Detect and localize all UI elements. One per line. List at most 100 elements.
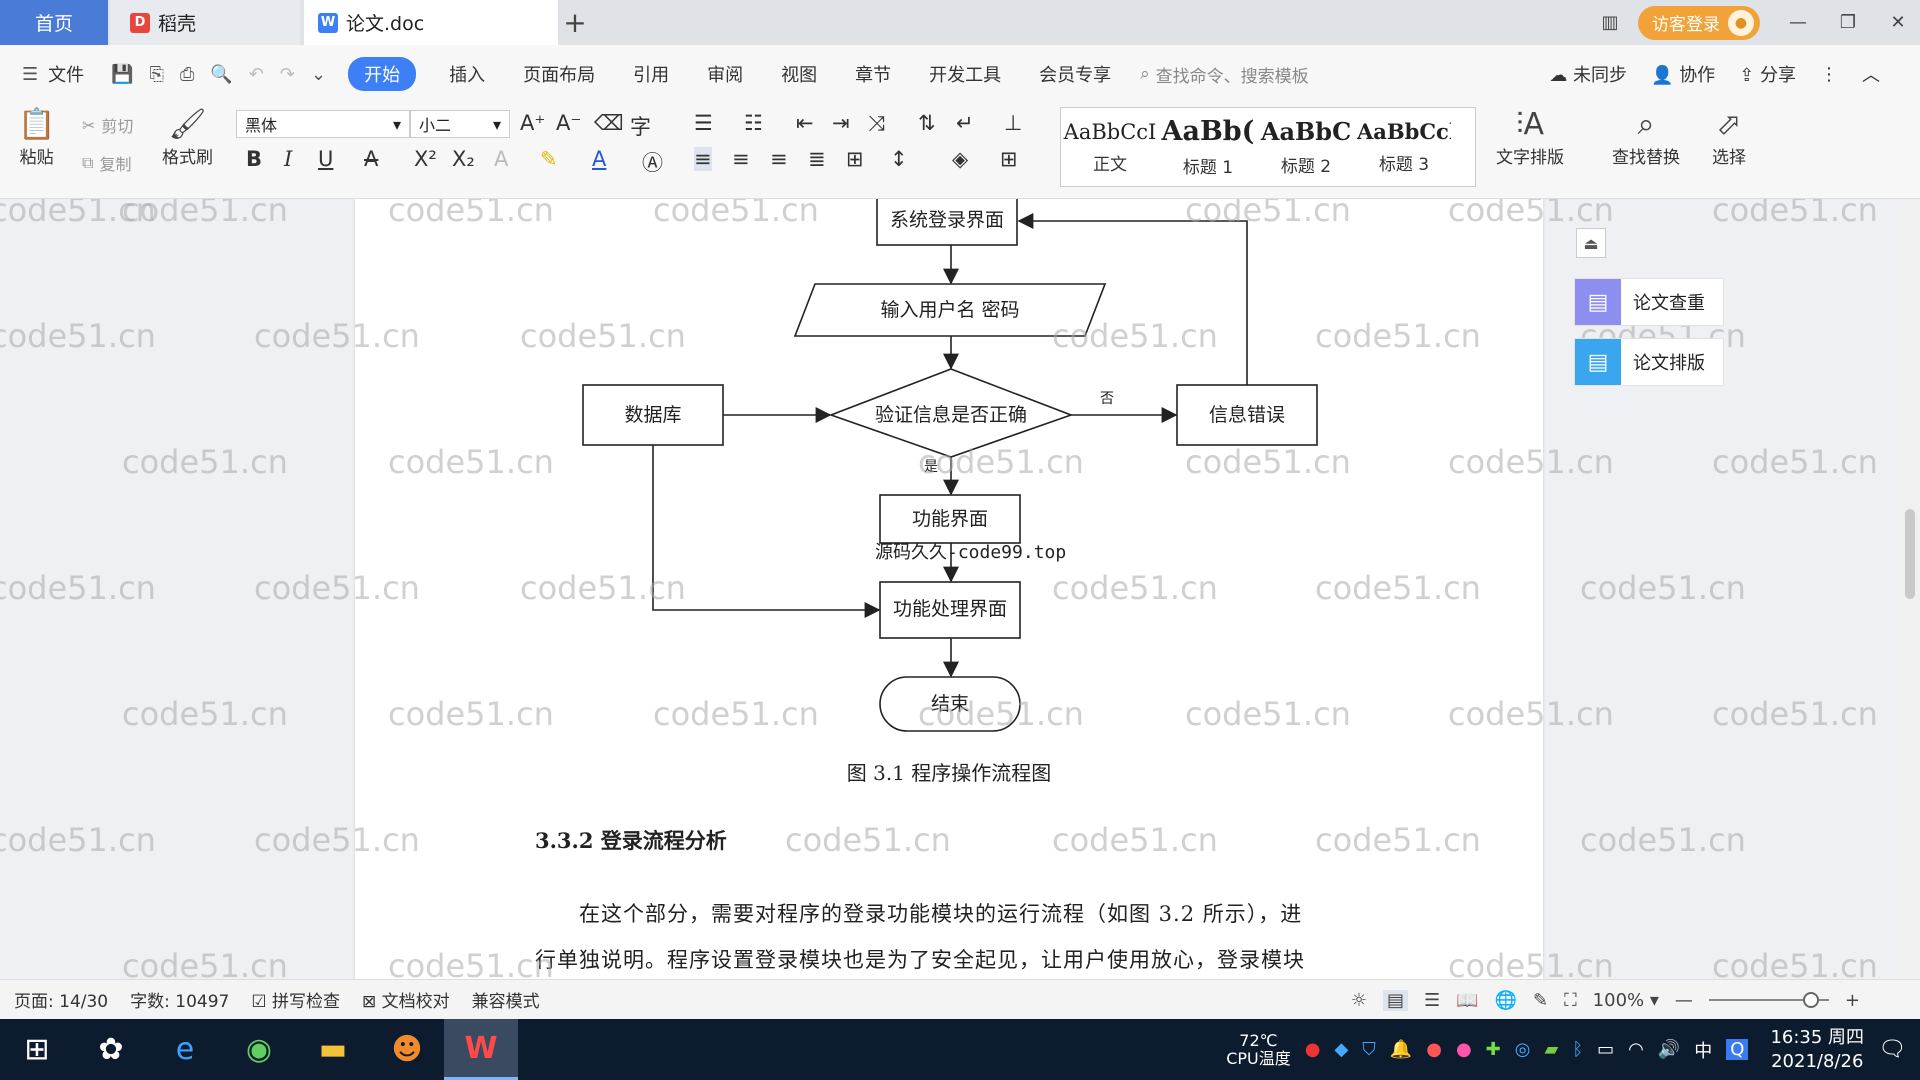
menu-review[interactable]: 审阅 bbox=[688, 61, 762, 87]
close-button[interactable]: ✕ bbox=[1876, 0, 1920, 45]
style-normal[interactable]: AaBbCcI 正文 bbox=[1061, 108, 1159, 186]
tray-app-icon[interactable]: ● bbox=[1456, 1039, 1472, 1060]
zoom-out-icon[interactable]: — bbox=[1675, 990, 1693, 1011]
sort-icon[interactable]: ⇅ bbox=[918, 111, 936, 135]
shading-icon[interactable]: ◈ bbox=[952, 147, 968, 171]
style-heading-3[interactable]: AaBbCcl 标题 3 bbox=[1355, 108, 1453, 186]
collab-button[interactable]: 👤 协作 bbox=[1651, 61, 1715, 87]
undo-icon[interactable]: ↶ bbox=[249, 64, 264, 85]
superscript-icon[interactable]: X² bbox=[414, 147, 437, 171]
borders-icon[interactable]: ⊞ bbox=[1000, 147, 1018, 171]
paper-check-button[interactable]: ▤ 论文查重 bbox=[1574, 278, 1724, 326]
cpu-temp-widget[interactable]: 72℃ CPU温度 bbox=[1226, 1031, 1291, 1068]
phonetic-icon[interactable]: 字 bbox=[630, 111, 651, 141]
font-family-select[interactable]: 黑体 ▾ bbox=[236, 110, 410, 138]
outdent-icon[interactable]: ⇤ bbox=[796, 111, 814, 135]
volume-icon[interactable]: 🔊 bbox=[1658, 1039, 1680, 1060]
highlight-icon[interactable]: ✎ bbox=[540, 147, 558, 171]
subscript-icon[interactable]: X₂ bbox=[452, 147, 475, 171]
paper-layout-button[interactable]: ▤ 论文排版 bbox=[1574, 338, 1724, 386]
tab-home[interactable]: 首页 bbox=[0, 0, 108, 45]
proofread-button[interactable]: ⊠ 文档校对 bbox=[362, 987, 450, 1012]
export-icon[interactable]: ⎘ bbox=[150, 64, 164, 85]
text-effect-icon[interactable]: A bbox=[494, 147, 508, 171]
word-count[interactable]: 字数: 10497 bbox=[130, 987, 229, 1012]
numbered-list-icon[interactable]: ☷ bbox=[744, 111, 763, 135]
input-method-indicator[interactable]: 中 bbox=[1694, 1037, 1712, 1063]
redo-icon[interactable]: ↷ bbox=[280, 64, 295, 85]
guest-login-button[interactable]: 访客登录 ● bbox=[1638, 5, 1760, 40]
tray-app-icon[interactable]: ● bbox=[1305, 1039, 1321, 1060]
cut-button[interactable]: ✂ 剪切 bbox=[82, 113, 133, 137]
print-icon[interactable]: ⎙ bbox=[180, 64, 194, 85]
align-left-icon[interactable]: ≡ bbox=[694, 147, 712, 171]
line-break-icon[interactable]: ↵ bbox=[956, 111, 974, 135]
text-direction-icon[interactable]: ⤨ bbox=[868, 111, 885, 136]
outline-view-icon[interactable]: ☰ bbox=[1424, 990, 1440, 1011]
tab-ruler-icon[interactable]: ⊥ bbox=[1004, 111, 1022, 135]
copy-button[interactable]: ⧉ 复制 bbox=[82, 151, 131, 175]
chevron-down-icon[interactable]: ⌄ bbox=[311, 64, 326, 85]
underline-icon[interactable]: U bbox=[318, 147, 333, 171]
tray-app-icon[interactable]: ◎ bbox=[1515, 1039, 1531, 1060]
battery-icon[interactable]: ▭ bbox=[1597, 1039, 1614, 1060]
pinwheel-app-icon[interactable]: ✿ bbox=[74, 1019, 148, 1080]
menu-references[interactable]: 引用 bbox=[614, 61, 688, 87]
menu-view[interactable]: 视图 bbox=[762, 61, 836, 87]
zoom-in-icon[interactable]: + bbox=[1845, 990, 1860, 1011]
layout-toggle-icon[interactable]: ▥ bbox=[1588, 0, 1632, 45]
side-panel-collapse-button[interactable]: ⏏ bbox=[1576, 228, 1606, 258]
hamburger-icon[interactable]: ☰ bbox=[22, 64, 38, 85]
clear-format-icon[interactable]: ⌫ bbox=[594, 111, 624, 135]
bullet-list-icon[interactable]: ☰ bbox=[694, 111, 713, 135]
bold-icon[interactable]: B bbox=[246, 147, 262, 171]
notification-icon[interactable]: 🗨 bbox=[1878, 1037, 1906, 1062]
style-heading-1[interactable]: AaBb(标题 1 bbox=[1159, 108, 1257, 186]
minimize-button[interactable]: — bbox=[1776, 0, 1820, 45]
bluetooth-icon[interactable]: ᛒ bbox=[1572, 1039, 1583, 1060]
ie-browser-icon[interactable]: e bbox=[148, 1019, 222, 1080]
menu-start[interactable]: 开始 bbox=[348, 57, 417, 91]
align-center-icon[interactable]: ≡ bbox=[732, 147, 750, 171]
windows-start-icon[interactable]: ⊞ bbox=[0, 1019, 74, 1080]
strikethrough-icon[interactable]: A bbox=[364, 147, 378, 171]
menu-file[interactable]: 文件 bbox=[46, 61, 103, 87]
web-view-icon[interactable]: 🌐 bbox=[1495, 990, 1517, 1011]
format-painter-button[interactable]: 🖌 格式刷 bbox=[162, 107, 213, 168]
search-app-icon[interactable]: Q bbox=[1726, 1039, 1749, 1060]
vertical-scrollbar[interactable] bbox=[1900, 199, 1920, 979]
restore-button[interactable]: ❐ bbox=[1826, 0, 1870, 45]
select-button[interactable]: ⬀ 选择 bbox=[1712, 107, 1746, 168]
scrollbar-thumb[interactable] bbox=[1905, 509, 1915, 599]
page-indicator[interactable]: 页面: 14/30 bbox=[14, 987, 108, 1012]
indent-icon[interactable]: ⇥ bbox=[832, 111, 850, 135]
align-right-icon[interactable]: ≡ bbox=[770, 147, 788, 171]
wps-taskbar-icon[interactable]: W bbox=[444, 1019, 518, 1080]
font-size-select[interactable]: 小二 ▾ bbox=[410, 110, 510, 138]
paste-button[interactable]: 📋 粘贴 bbox=[18, 107, 55, 168]
zoom-slider-knob[interactable] bbox=[1802, 992, 1819, 1008]
tray-app-icon[interactable]: ✚ bbox=[1486, 1039, 1501, 1060]
bell-icon[interactable]: 🔔 bbox=[1390, 1039, 1412, 1060]
share-button[interactable]: ⇪ 分享 bbox=[1739, 61, 1796, 87]
menu-insert[interactable]: 插入 bbox=[430, 61, 504, 87]
find-replace-button[interactable]: ⌕ 查找替换 bbox=[1612, 107, 1680, 168]
eye-protection-icon[interactable]: ☼ bbox=[1351, 990, 1367, 1011]
wifi-icon[interactable]: ◠ bbox=[1628, 1039, 1644, 1060]
tray-sync-icon[interactable]: ◆ bbox=[1334, 1039, 1348, 1060]
collapse-ribbon-icon[interactable]: ︿ bbox=[1862, 61, 1880, 87]
tray-app-icon[interactable]: ● bbox=[1426, 1039, 1442, 1060]
menu-page-layout[interactable]: 页面布局 bbox=[504, 61, 614, 87]
text-layout-button[interactable]: ⫶A 文字排版 bbox=[1496, 107, 1564, 168]
tab-document[interactable]: W 论文.doc bbox=[304, 0, 558, 45]
menu-chapter[interactable]: 章节 bbox=[836, 61, 910, 87]
menu-developer[interactable]: 开发工具 bbox=[910, 61, 1020, 87]
shrink-font-icon[interactable]: A⁻ bbox=[556, 111, 581, 135]
line-spacing-icon[interactable]: ↕ bbox=[890, 147, 908, 171]
page-view-icon[interactable]: ▤ bbox=[1382, 989, 1408, 1011]
command-search[interactable]: ⌕ 查找命令、搜索模板 bbox=[1140, 62, 1309, 87]
grow-font-icon[interactable]: A⁺ bbox=[520, 111, 545, 135]
justify-icon[interactable]: ≣ bbox=[808, 147, 826, 171]
menu-member[interactable]: 会员专享 bbox=[1020, 61, 1130, 87]
zoom-slider[interactable] bbox=[1708, 992, 1829, 1008]
